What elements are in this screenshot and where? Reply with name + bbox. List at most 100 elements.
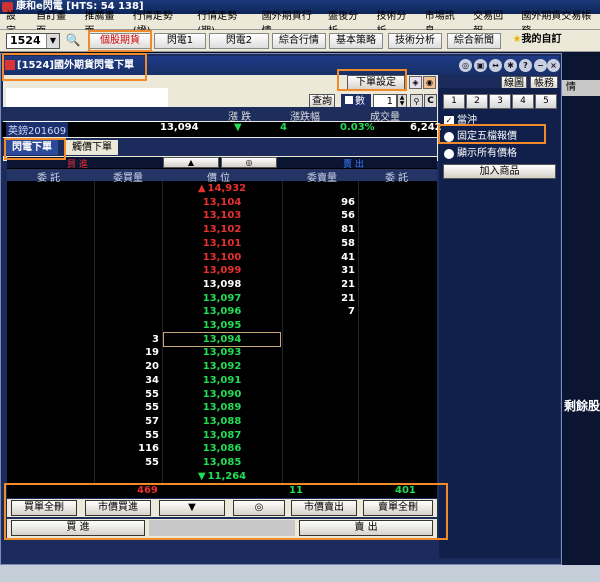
ladder-row[interactable]: 13,102 81 (7, 223, 437, 236)
sell-qty-cell[interactable]: 58 (303, 237, 355, 250)
ladder-row[interactable]: 13,096 7 (7, 305, 437, 318)
price-cell[interactable]: 13,094 (163, 331, 281, 347)
buy-qty-cell[interactable] (107, 470, 159, 483)
sell-qty-cell[interactable] (303, 442, 355, 455)
ladder-row[interactable]: 13,098 21 (7, 278, 437, 291)
price-cell[interactable]: 13,098 (164, 278, 280, 291)
technical-analysis-button[interactable]: 技術分析 (388, 33, 442, 49)
preset-tab-2[interactable]: 2 (466, 94, 488, 109)
sell-qty-cell[interactable]: 56 (303, 209, 355, 222)
pin-icon[interactable]: ◎ (459, 59, 472, 72)
buy-qty-cell[interactable] (107, 319, 159, 332)
sell-qty-cell[interactable]: 21 (303, 278, 355, 291)
buy-qty-cell[interactable]: 55 (107, 388, 159, 401)
buy-qty-cell[interactable]: 116 (107, 442, 159, 455)
sell-qty-cell[interactable]: 81 (303, 223, 355, 236)
refresh-icon[interactable]: ◈ (409, 76, 422, 89)
ladder-row[interactable]: 55 13,089 (7, 401, 437, 414)
price-cell[interactable]: 13,088 (164, 415, 280, 428)
sell-qty-cell[interactable] (303, 182, 355, 195)
ladder-row[interactable]: 13,099 31 (7, 264, 437, 277)
ladder-row[interactable]: 13,100 41 (7, 251, 437, 264)
news-button[interactable]: 綜合新聞 (447, 33, 501, 49)
sell-qty-cell[interactable] (303, 374, 355, 387)
show-all-option[interactable]: 顯示所有價格 (443, 147, 517, 161)
ladder-row[interactable]: ▲ 14,932 (7, 182, 437, 195)
buy-qty-cell[interactable] (107, 305, 159, 318)
price-cell[interactable]: 13,090 (164, 388, 280, 401)
price-cell[interactable]: 13,101 (164, 237, 280, 250)
price-cell[interactable]: 13,089 (164, 401, 280, 414)
ladder-row[interactable]: 19 13,093 (7, 346, 437, 359)
buy-qty-cell[interactable] (107, 237, 159, 250)
buy-qty-cell[interactable] (107, 264, 159, 277)
price-cell[interactable]: ▲ 14,932 (164, 182, 280, 195)
ladder-row[interactable]: 3 13,094 (7, 331, 437, 347)
ladder-row[interactable]: 13,101 58 (7, 237, 437, 250)
price-cell[interactable]: 13,102 (164, 223, 280, 236)
price-cell[interactable]: 13,086 (164, 442, 280, 455)
sell-qty-cell[interactable]: 31 (303, 264, 355, 277)
preset-tab-1[interactable]: 1 (443, 94, 465, 109)
buy-qty-cell[interactable]: 20 (107, 360, 159, 373)
buy-qty-cell[interactable] (107, 251, 159, 264)
price-cell[interactable]: 13,099 (164, 264, 280, 277)
buy-qty-cell[interactable] (107, 292, 159, 305)
price-cell[interactable]: 13,092 (164, 360, 280, 373)
buy-qty-cell[interactable] (107, 278, 159, 291)
sell-qty-cell[interactable]: 7 (303, 305, 355, 318)
sell-qty-cell[interactable]: 21 (303, 292, 355, 305)
sell-qty-cell[interactable] (303, 388, 355, 401)
sell-qty-cell[interactable]: 41 (303, 251, 355, 264)
price-cell[interactable]: 13,093 (164, 346, 280, 359)
price-cell[interactable]: 13,096 (164, 305, 280, 318)
composite-quote-button[interactable]: 綜合行情 (272, 33, 326, 49)
buy-qty-cell[interactable]: 3 (107, 333, 159, 346)
ladder-row[interactable]: 55 13,090 (7, 388, 437, 401)
ladder-row[interactable]: 55 13,087 (7, 429, 437, 442)
sell-qty-cell[interactable] (303, 415, 355, 428)
settings-icon[interactable]: ✱ (504, 59, 517, 72)
price-cell[interactable]: 13,100 (164, 251, 280, 264)
buy-qty-cell[interactable] (107, 209, 159, 222)
ladder-row[interactable]: 13,095 (7, 319, 437, 332)
buy-qty-cell[interactable]: 55 (107, 401, 159, 414)
price-cell[interactable]: 13,087 (164, 429, 280, 442)
close-icon[interactable]: × (547, 59, 560, 72)
ladder-row[interactable]: 13,097 21 (7, 292, 437, 305)
price-cell[interactable]: 13,085 (164, 456, 280, 469)
sell-qty-cell[interactable] (303, 470, 355, 483)
sell-qty-cell[interactable] (303, 429, 355, 442)
tab-touch-order[interactable]: 觸價下單 (66, 140, 118, 155)
ladder-row[interactable]: 13,103 56 (7, 209, 437, 222)
buy-qty-cell[interactable]: 57 (107, 415, 159, 428)
minimize-icon[interactable]: − (534, 59, 547, 72)
flash1-button[interactable]: 閃電1 (154, 33, 206, 49)
preset-tab-5[interactable]: 5 (535, 94, 557, 109)
flash2-button[interactable]: 閃電2 (209, 33, 269, 49)
sell-qty-cell[interactable] (303, 401, 355, 414)
sell-qty-cell[interactable] (303, 360, 355, 373)
ladder-row[interactable]: 55 13,085 (7, 456, 437, 469)
buy-qty-cell[interactable] (107, 182, 159, 195)
price-cell[interactable]: 13,104 (164, 196, 280, 209)
scroll-center-button[interactable]: ◎ (221, 157, 277, 168)
basic-strategy-button[interactable]: 基本策略 (329, 33, 383, 49)
search-icon[interactable]: 🔍 (64, 33, 82, 49)
buy-qty-cell[interactable]: 55 (107, 456, 159, 469)
lock-icon[interactable]: ▣ (474, 59, 487, 72)
swap-icon[interactable]: ↔ (489, 59, 502, 72)
price-cell[interactable]: 13,091 (164, 374, 280, 387)
chevron-down-icon[interactable]: ▼ (46, 34, 59, 48)
ladder-row[interactable]: 13,104 96 (7, 196, 437, 209)
buy-qty-cell[interactable]: 55 (107, 429, 159, 442)
price-cell[interactable]: 13,095 (164, 319, 280, 332)
price-cell[interactable]: ▼ 11,264 (164, 470, 280, 483)
background-tab[interactable]: 情 (560, 80, 600, 96)
my-custom-button[interactable]: ★我的自訂 (507, 33, 567, 49)
buy-qty-cell[interactable]: 19 (107, 346, 159, 359)
qty-checkbox[interactable] (345, 96, 353, 104)
sell-qty-cell[interactable]: 96 (303, 196, 355, 209)
add-item-button[interactable]: 加入商品 (443, 164, 556, 179)
show-all-radio[interactable] (444, 149, 454, 159)
